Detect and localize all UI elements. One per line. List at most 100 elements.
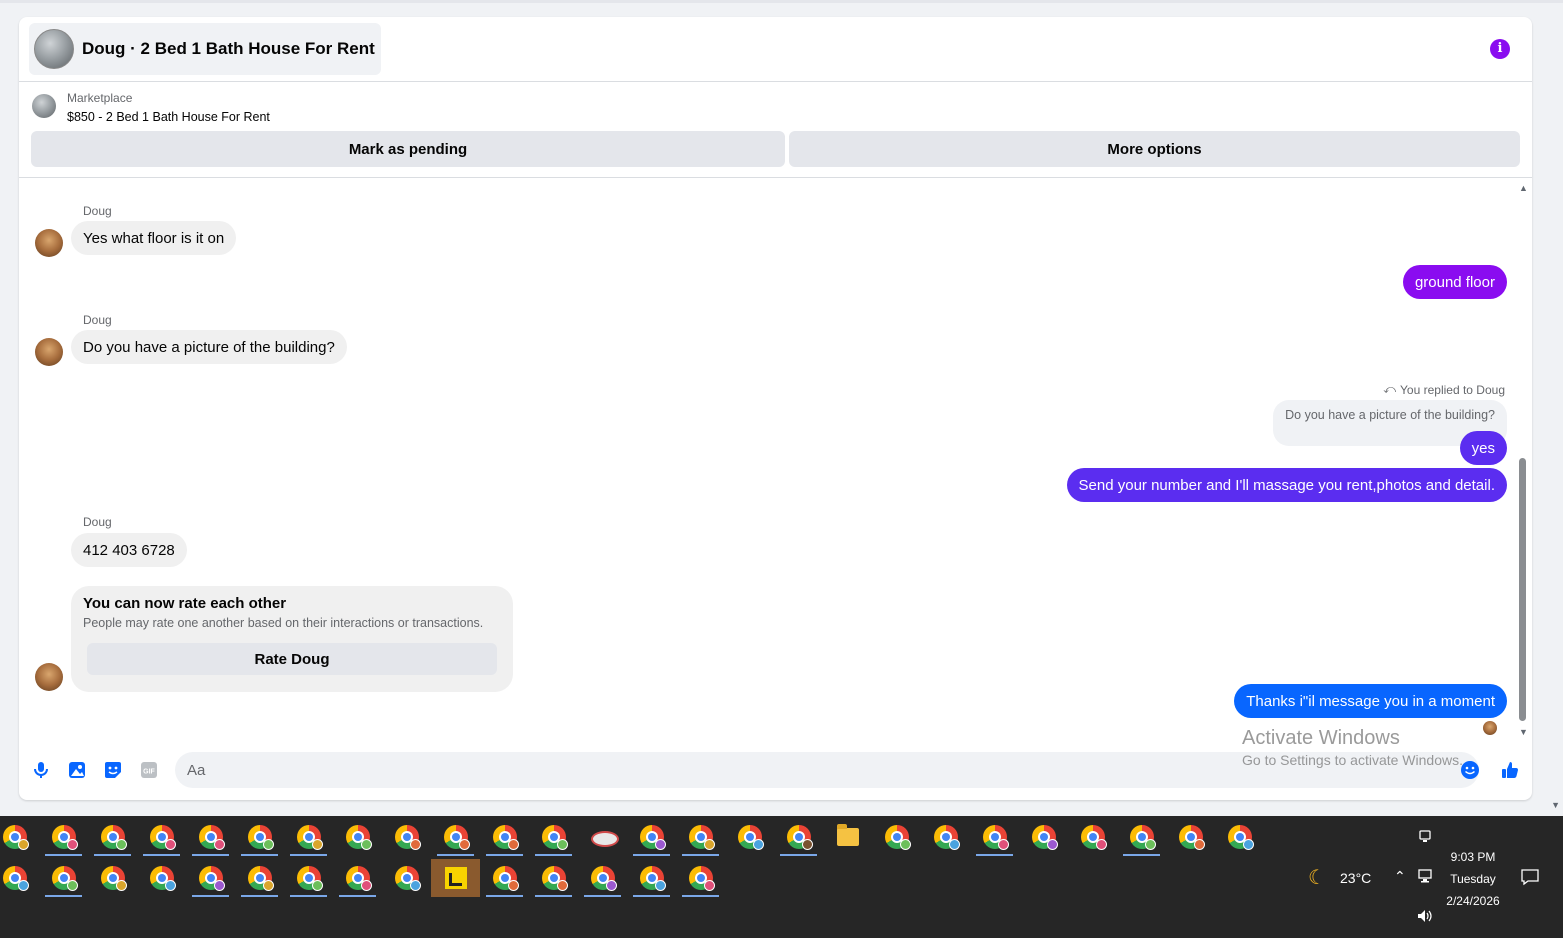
chrome-icon[interactable]	[1215, 818, 1264, 856]
image-icon[interactable]	[66, 759, 88, 781]
chrome-icon[interactable]	[1166, 818, 1215, 856]
chrome-icon[interactable]	[921, 818, 970, 856]
avatar[interactable]	[35, 229, 63, 257]
rating-card-title: You can now rate each other	[83, 595, 287, 612]
rating-card-subtitle: People may rate one another based on the…	[83, 616, 484, 630]
chrome-icon[interactable]	[0, 818, 39, 856]
chrome-icon[interactable]	[480, 859, 529, 897]
avatar[interactable]	[35, 338, 63, 366]
listing-title[interactable]: $850 - 2 Bed 1 Bath House For Rent	[67, 110, 270, 124]
outgoing-message[interactable]: Thanks i"il message you in a moment	[1234, 684, 1507, 718]
chrome-icon[interactable]	[235, 859, 284, 897]
chrome-icon[interactable]	[970, 818, 1019, 856]
chrome-icon[interactable]	[382, 859, 431, 897]
reply-arrow-icon: ⤺	[1383, 382, 1397, 396]
chrome-icon[interactable]	[333, 818, 382, 856]
taskbar-row-2	[0, 859, 725, 897]
chrome-icon[interactable]	[39, 818, 88, 856]
chrome-icon[interactable]	[529, 859, 578, 897]
conversation-title: Doug · 2 Bed 1 Bath House For Rent	[82, 39, 375, 58]
chrome-icon[interactable]	[0, 859, 39, 897]
gif-label: GIF	[143, 769, 155, 776]
incoming-message[interactable]: Yes what floor is it on	[71, 221, 237, 255]
sticker-icon[interactable]	[102, 759, 124, 781]
chrome-icon[interactable]	[1117, 818, 1166, 856]
meet-now-icon[interactable]	[1418, 828, 1432, 844]
clock-date: 2/24/2026	[1446, 894, 1500, 908]
outgoing-message[interactable]: yes	[1459, 431, 1507, 465]
microphone-icon[interactable]	[30, 759, 52, 781]
message-input[interactable]	[175, 752, 1479, 788]
weather-moon-icon[interactable]: ☾	[1308, 865, 1326, 890]
chrome-icon[interactable]	[725, 818, 774, 856]
chrome-icon[interactable]	[627, 818, 676, 856]
chat-window: Doug · 2 Bed 1 Bath House For Rent i Mar…	[19, 17, 1532, 800]
system-clock[interactable]: 9:03 PM Tuesday 2/24/2026	[1440, 846, 1506, 912]
chrome-icon[interactable]	[186, 859, 235, 897]
chrome-icon[interactable]	[480, 818, 529, 856]
like-icon[interactable]	[1499, 759, 1521, 781]
paint-icon[interactable]	[578, 818, 627, 856]
show-hidden-icons-chevron-icon[interactable]: ⌃	[1394, 868, 1406, 885]
network-icon[interactable]	[1416, 868, 1434, 884]
incoming-message[interactable]: 412 403 6728	[71, 533, 187, 567]
sender-name: Doug	[83, 313, 112, 327]
message-scrollbar[interactable]: ▲ ▼	[1517, 183, 1529, 739]
chrome-icon[interactable]	[137, 859, 186, 897]
scrollbar-thumb[interactable]	[1519, 458, 1526, 721]
page-scroll-down-icon[interactable]: ▼	[1551, 800, 1560, 810]
clock-day: Tuesday	[1450, 872, 1496, 886]
info-icon[interactable]: i	[1490, 39, 1510, 59]
chrome-icon[interactable]	[627, 859, 676, 897]
volume-icon[interactable]	[1416, 908, 1434, 924]
avatar[interactable]	[35, 663, 63, 691]
incoming-message[interactable]: Do you have a picture of the building?	[71, 330, 347, 364]
chrome-icon[interactable]	[284, 859, 333, 897]
chrome-icon[interactable]	[578, 859, 627, 897]
conversation-title-button[interactable]: Doug · 2 Bed 1 Bath House For Rent	[29, 23, 381, 75]
scroll-down-arrow-icon[interactable]: ▼	[1519, 727, 1528, 737]
listing-banner: Marketplace $850 - 2 Bed 1 Bath House Fo…	[19, 82, 1532, 178]
chrome-icon[interactable]	[872, 818, 921, 856]
mark-as-pending-button[interactable]: Mark as pending	[31, 131, 785, 167]
weather-temperature[interactable]: 23°C	[1340, 870, 1371, 886]
chrome-icon[interactable]	[676, 859, 725, 897]
file-explorer-icon[interactable]	[823, 818, 872, 856]
sender-name: Doug	[83, 515, 112, 529]
notification-center-icon[interactable]	[1520, 868, 1540, 886]
listing-thumbnail[interactable]	[32, 94, 56, 118]
rate-doug-button[interactable]: Rate Doug	[87, 643, 497, 675]
outgoing-message[interactable]: Send your number and I'll massage you re…	[1066, 468, 1507, 502]
emoji-icon[interactable]	[1459, 759, 1481, 781]
gif-icon[interactable]: GIF	[138, 759, 160, 781]
chrome-icon[interactable]	[774, 818, 823, 856]
sender-name: Doug	[83, 204, 112, 218]
scroll-up-arrow-icon[interactable]: ▲	[1519, 183, 1528, 193]
chrome-icon[interactable]	[382, 818, 431, 856]
taskbar: ☾ 23°C ⌃ 9:03 PM Tuesday 2/24/2026	[0, 816, 1563, 938]
composer-bar: GIF	[19, 747, 1532, 800]
read-receipt-avatar	[1483, 721, 1497, 735]
more-options-button[interactable]: More options	[789, 131, 1520, 167]
clock-time: 9:03 PM	[1450, 850, 1496, 864]
chrome-icon[interactable]	[235, 818, 284, 856]
chrome-icon[interactable]	[676, 818, 725, 856]
outgoing-message[interactable]: ground floor	[1402, 265, 1507, 299]
taskbar-row-1	[0, 818, 1264, 856]
chrome-icon[interactable]	[1019, 818, 1068, 856]
reply-indicator: ⤺ You replied to Doug	[1383, 382, 1505, 397]
chrome-icon[interactable]	[284, 818, 333, 856]
sticky-notes-icon[interactable]	[431, 859, 480, 897]
chrome-icon[interactable]	[186, 818, 235, 856]
chrome-icon[interactable]	[333, 859, 382, 897]
chrome-icon[interactable]	[529, 818, 578, 856]
chrome-icon[interactable]	[88, 818, 137, 856]
browser-top-edge	[0, 0, 1563, 3]
chrome-icon[interactable]	[431, 818, 480, 856]
reply-label: You replied to Doug	[1400, 382, 1505, 397]
chrome-icon[interactable]	[88, 859, 137, 897]
chrome-icon[interactable]	[1068, 818, 1117, 856]
chrome-icon[interactable]	[137, 818, 186, 856]
chat-header: Doug · 2 Bed 1 Bath House For Rent i	[19, 17, 1532, 82]
chrome-icon[interactable]	[39, 859, 88, 897]
